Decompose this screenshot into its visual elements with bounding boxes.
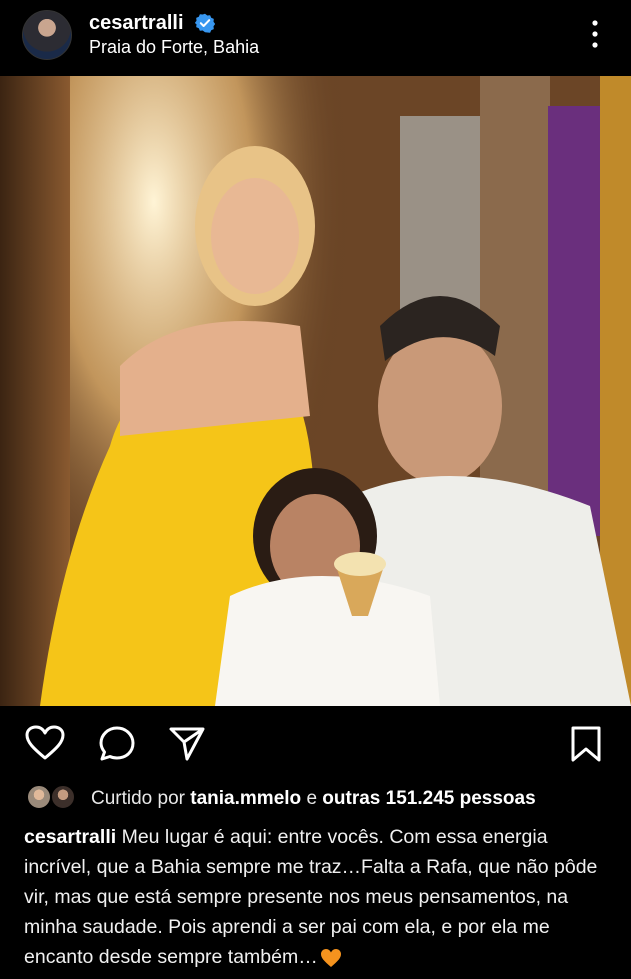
likes-summary[interactable]: Curtido por tania.mmelo e outras 151.245… [91, 788, 536, 810]
paper-plane-icon[interactable] [168, 726, 206, 762]
likes-connector: e [306, 788, 318, 809]
post-photo-illustration [0, 76, 631, 706]
verified-badge-icon [195, 13, 215, 33]
liker-avatar[interactable] [26, 784, 52, 810]
orange-heart-icon [320, 948, 341, 967]
more-vertical-icon[interactable] [588, 18, 602, 50]
post-location[interactable]: Praia do Forte, Bahia [89, 37, 259, 58]
post-username[interactable]: cesartralli [89, 12, 184, 35]
likes-count[interactable]: outras 151.245 pessoas [322, 788, 535, 809]
first-liker[interactable]: tania.mmelo [190, 788, 301, 809]
post-image[interactable] [0, 76, 631, 706]
post-header: cesartralli Praia do Forte, Bahia [0, 0, 631, 76]
comment-bubble-icon[interactable] [98, 725, 136, 763]
post-actions [0, 706, 631, 782]
likes-row: Curtido por tania.mmelo e outras 151.245… [0, 782, 631, 818]
liker-avatar[interactable] [50, 784, 76, 810]
caption-username[interactable]: cesartralli [24, 826, 116, 848]
heart-outline-icon[interactable] [25, 725, 65, 761]
post-caption: cesartralli Meu lugar é aqui: entre você… [24, 822, 614, 972]
avatar[interactable] [22, 10, 72, 60]
likes-prefix: Curtido por [91, 788, 185, 809]
bookmark-icon[interactable] [570, 725, 602, 763]
